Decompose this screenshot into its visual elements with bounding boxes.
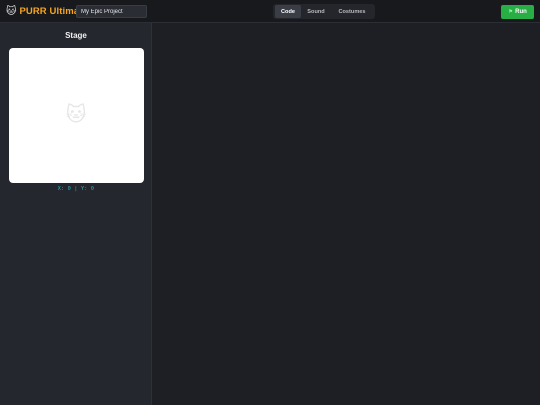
run-button-label: Run	[515, 9, 527, 15]
stage-canvas[interactable]: 🐱	[9, 48, 144, 183]
flag-icon: ⚑	[508, 8, 513, 15]
code-workspace[interactable]	[153, 23, 540, 405]
coordinates-readout: X: 0 | Y: 0	[57, 186, 95, 192]
editor-tabs: Code Sound Costumes	[273, 4, 375, 19]
tab-costumes[interactable]: Costumes	[331, 5, 373, 18]
tab-sound[interactable]: Sound	[301, 5, 331, 18]
project-name-input[interactable]	[76, 5, 147, 18]
top-bar: 🐱 PURR Ultimate Code Sound Costumes ⚑ Ru…	[0, 0, 540, 23]
cat-sprite[interactable]: 🐱	[64, 103, 88, 127]
stage-panel: Stage 🐱 X: 0 | Y: 0	[0, 23, 152, 405]
cat-face-icon: 🐱	[6, 5, 17, 17]
run-button[interactable]: ⚑ Run	[501, 5, 534, 19]
stage-title: Stage	[65, 31, 87, 40]
tab-code[interactable]: Code	[275, 5, 301, 18]
